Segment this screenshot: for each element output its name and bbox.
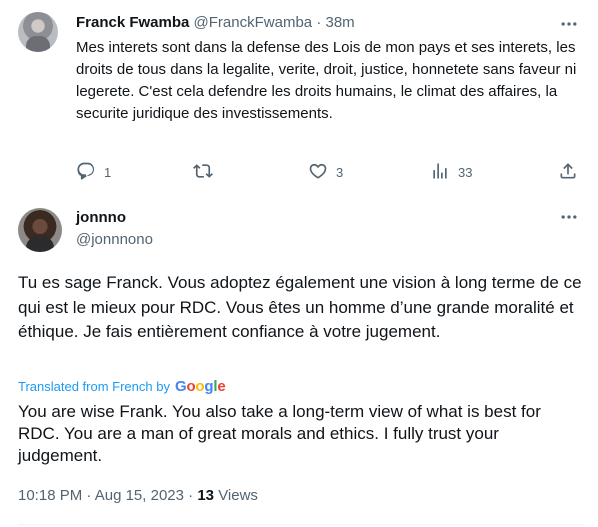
- avatar[interactable]: [18, 12, 58, 52]
- parent-tweet[interactable]: Franck Fwamba @FranckFwamba · 38m Mes in…: [0, 0, 598, 200]
- views-label: Views: [218, 487, 258, 504]
- like-count: 3: [336, 164, 344, 180]
- share-icon: [558, 161, 578, 184]
- views-icon: [430, 161, 450, 184]
- like-icon: [308, 161, 328, 184]
- google-logo-icon: Google: [174, 378, 226, 395]
- avatar[interactable]: [18, 208, 62, 252]
- share-button[interactable]: [558, 160, 578, 184]
- tweet-meta: 10:18 PM · Aug 15, 2023 · 13 Views: [18, 486, 258, 506]
- more-icon[interactable]: [559, 14, 579, 34]
- timestamp[interactable]: 38m: [325, 14, 354, 31]
- tweet-time[interactable]: 10:18 PM: [18, 487, 82, 504]
- translated-label[interactable]: Translated from French by: [18, 377, 170, 397]
- more-icon[interactable]: [559, 207, 579, 227]
- reply-icon: [76, 161, 96, 184]
- separator: ·: [86, 487, 92, 504]
- display-name[interactable]: Franck Fwamba: [76, 14, 189, 31]
- retweet-icon: [193, 161, 213, 184]
- separator: ·: [316, 14, 322, 31]
- retweet-button[interactable]: [193, 160, 213, 184]
- tweet-header: Franck Fwamba @FranckFwamba · 38m: [76, 13, 355, 33]
- reply-count: 1: [104, 164, 112, 180]
- tweet-date[interactable]: Aug 15, 2023: [95, 487, 184, 504]
- views-count: 13: [197, 487, 215, 504]
- divider: [18, 524, 584, 525]
- display-name[interactable]: jonnno: [76, 208, 126, 228]
- focal-tweet[interactable]: jonnno @jonnnono Tu es sage Franck. Vous…: [0, 200, 598, 527]
- tweet-text: Mes interets sont dans la defense des Lo…: [76, 39, 577, 122]
- reply-button[interactable]: 1: [76, 160, 111, 184]
- translated-text: You are wise Frank. You also take a long…: [18, 402, 541, 465]
- separator: ·: [188, 487, 194, 504]
- views-button[interactable]: 33: [430, 160, 472, 184]
- handle[interactable]: @FranckFwamba: [194, 14, 313, 31]
- like-button[interactable]: 3: [308, 160, 343, 184]
- action-bar: 1 3 33: [76, 160, 582, 184]
- tweet-text: Tu es sage Franck. Vous adoptez égalemen…: [18, 273, 582, 341]
- handle[interactable]: @jonnnono: [76, 230, 153, 250]
- translation-attribution[interactable]: Translated from French by Google: [18, 377, 226, 397]
- views-count: 33: [458, 164, 473, 180]
